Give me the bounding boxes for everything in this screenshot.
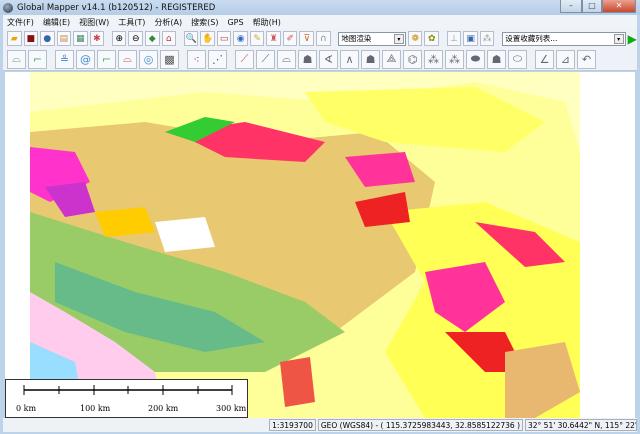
vertex-icon[interactable]: ∢	[319, 49, 338, 69]
draw-line-icon[interactable]: ⟋	[235, 49, 254, 69]
maximize-button[interactable]: □	[582, 0, 602, 13]
chevron-down-icon: ▾	[613, 33, 624, 44]
favorites-select[interactable]: 设置收藏列表... ▾	[502, 31, 626, 46]
difference-icon[interactable]: ⁂	[445, 49, 464, 69]
scale-label-100: 100 km	[80, 404, 111, 413]
scale-label-200: 200 km	[148, 404, 179, 413]
measure-icon[interactable]: ▭	[216, 31, 232, 46]
menu-analysis[interactable]: 分析(A)	[154, 17, 182, 28]
config-icon[interactable]: ✱	[89, 31, 105, 46]
overlay-icon[interactable]: ⁂	[479, 31, 495, 46]
cut-area-icon[interactable]: ⌓	[277, 49, 296, 69]
connect-points-icon[interactable]: ⋰	[208, 49, 227, 69]
rotate-area-icon[interactable]: ⬭	[508, 49, 527, 69]
intersect-icon[interactable]: ⌬	[403, 49, 422, 69]
clip-icon[interactable]: ⟁	[382, 49, 401, 69]
chevron-down-icon: ▾	[393, 33, 404, 44]
menu-tools[interactable]: 工具(T)	[118, 17, 145, 28]
union-icon[interactable]: ⁂	[424, 49, 443, 69]
status-projection-coords: GEO (WGS84) - ( 115.3725983443, 32.85851…	[317, 419, 523, 431]
pan-tool-icon[interactable]: ✋	[200, 31, 215, 46]
arch-icon[interactable]: ∩	[316, 31, 331, 46]
menu-edit[interactable]: 编辑(E)	[43, 17, 70, 28]
zoom-tool-icon[interactable]: 🔍	[183, 31, 199, 46]
scale-bar: 0 km 100 km 200 km 300 km	[5, 379, 248, 418]
status-scale: 1:3193700	[269, 419, 316, 431]
split-icon[interactable]: ⟋	[256, 49, 275, 69]
map-view[interactable]	[5, 72, 635, 418]
zoom-in-icon[interactable]: ⊕	[111, 31, 127, 46]
path-profile-icon[interactable]: ⊥	[446, 31, 462, 46]
edit-line-icon[interactable]: ≗	[55, 49, 74, 69]
merge-icon[interactable]: ☗	[298, 49, 317, 69]
close-button[interactable]: ✕	[602, 0, 636, 13]
scale-label-0: 0 km	[16, 404, 37, 413]
smooth-icon[interactable]: ☗	[361, 49, 380, 69]
create-line-icon[interactable]: ⌐	[28, 49, 47, 69]
status-bar: 1:3193700 GEO (WGS84) - ( 115.3725983443…	[3, 418, 637, 432]
filter-icon[interactable]: ⊽	[299, 31, 314, 46]
scale-bar-ruler	[23, 385, 233, 395]
undo-icon[interactable]: ↶	[577, 49, 596, 69]
open-folder-icon[interactable]: ▰	[7, 31, 22, 46]
menu-help[interactable]: 帮助(H)	[253, 17, 281, 28]
window-title: Global Mapper v14.1 (b120512) - REGISTER…	[17, 2, 216, 13]
grid-icon[interactable]: ▩	[160, 49, 179, 69]
fill-area-icon[interactable]: ⬬	[466, 49, 485, 69]
angle-icon[interactable]: ∠	[535, 49, 554, 69]
points-icon[interactable]: ⁖	[187, 49, 206, 69]
print-icon[interactable]: ▦	[73, 31, 88, 46]
menu-gps[interactable]: GPS	[227, 18, 243, 27]
insert-vertex-icon[interactable]: ⌐	[97, 49, 116, 69]
digitizer-icon[interactable]: ✎	[249, 31, 265, 46]
shader-settings-icon[interactable]: ✿	[424, 31, 439, 46]
render-mode-value: 地图渲染	[341, 34, 372, 43]
right-angle-icon[interactable]: ⊿	[556, 49, 575, 69]
geologic-map	[5, 72, 635, 418]
scale-label-300: 300 km	[216, 404, 247, 413]
digitizer-toolbar: ⌓ ⌐ ≗ @ ⌐ ⌓ ◎ ▩ ⁖ ⋰ ⟋ ⟋ ⌓ ☗ ∢ ∧ ☗ ⟁ ⌬ ⁂ …	[3, 48, 637, 71]
zoom-out-icon[interactable]: ⊖	[128, 31, 143, 46]
home-icon[interactable]: ⌂	[161, 31, 177, 46]
reshape-icon[interactable]: ∧	[340, 49, 359, 69]
menu-view[interactable]: 视图(W)	[79, 17, 109, 28]
create-area-icon[interactable]: ⌓	[7, 49, 26, 69]
crop-area-icon[interactable]: ☗	[487, 49, 506, 69]
draw-icon[interactable]: ✐	[282, 31, 298, 46]
app-globe-icon	[3, 2, 13, 13]
layer-control-icon[interactable]: ▤	[56, 31, 72, 46]
menu-search[interactable]: 搜索(S)	[191, 17, 218, 28]
render-mode-select[interactable]: 地图渲染 ▾	[338, 31, 406, 46]
view-3d-icon[interactable]: ▣	[463, 31, 478, 46]
menu-file[interactable]: 文件(F)	[7, 17, 34, 28]
menu-bar: 文件(F) 编辑(E) 视图(W) 工具(T) 分析(A) 搜索(S) GPS …	[3, 15, 637, 29]
status-dms-coords: 32° 51' 30.6442" N, 115° 22' 21.3540" E	[525, 419, 637, 431]
shader-icon[interactable]: ❁	[407, 31, 423, 46]
title-bar: Global Mapper v14.1 (b120512) - REGISTER…	[0, 0, 640, 15]
measure-area-icon[interactable]: ⌓	[118, 49, 137, 69]
info-tool-icon[interactable]: ◉	[233, 31, 248, 46]
play-icon[interactable]: ▶	[628, 32, 637, 46]
tower-icon[interactable]: ♜	[266, 31, 281, 46]
full-view-icon[interactable]: ◆	[144, 31, 160, 46]
save-icon[interactable]: ■	[23, 31, 39, 46]
globe-icon[interactable]: ●	[40, 31, 55, 46]
buffer-icon[interactable]: ◎	[139, 49, 158, 69]
favorites-value: 设置收藏列表...	[505, 34, 558, 43]
minimize-button[interactable]: –	[560, 0, 582, 13]
main-toolbar: ▰ ■ ● ▤ ▦ ✱ ⊕ ⊖ ◆ ⌂ 🔍 ✋ ▭ ◉ ✎ ♜ ✐ ⊽ ∩ 地图…	[3, 29, 637, 48]
spiral-icon[interactable]: @	[76, 49, 95, 69]
